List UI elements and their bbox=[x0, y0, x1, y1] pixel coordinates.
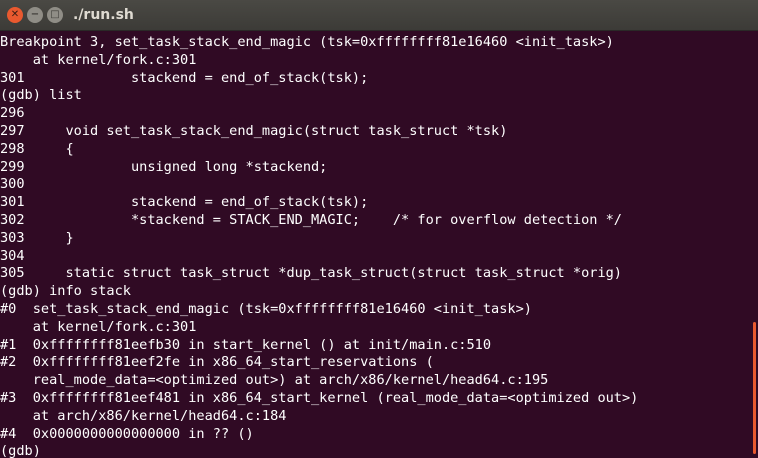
terminal-line: #3 0xffffffff81eef481 in x86_64_start_ke… bbox=[0, 389, 639, 406]
terminal-line: 301 stackend = end_of_stack(tsk); bbox=[0, 69, 369, 86]
terminal-line: 297 void set_task_stack_end_magic(struct… bbox=[0, 122, 508, 139]
terminal-line: 304 bbox=[0, 247, 25, 264]
terminal-line: 299 unsigned long *stackend; bbox=[0, 158, 328, 175]
maximize-icon[interactable]: □ bbox=[47, 7, 63, 23]
terminal-window: ✕ − □ ./run.sh Breakpoint 3, set_task_st… bbox=[0, 0, 758, 458]
terminal-line: #4 0x0000000000000000 in ?? () bbox=[0, 425, 254, 442]
terminal-line: 300 bbox=[0, 176, 25, 193]
window-controls: ✕ − □ bbox=[7, 7, 63, 23]
terminal-line: (gdb) list bbox=[0, 87, 82, 104]
terminal-line: (gdb) bbox=[0, 443, 41, 458]
terminal-line: at kernel/fork.c:301 bbox=[0, 318, 197, 335]
terminal-line: #0 set_task_stack_end_magic (tsk=0xfffff… bbox=[0, 300, 532, 317]
terminal-line: at arch/x86/kernel/head64.c:184 bbox=[0, 407, 287, 424]
minimize-icon[interactable]: − bbox=[27, 7, 43, 23]
window-title: ./run.sh bbox=[73, 7, 134, 23]
terminal-output[interactable]: Breakpoint 3, set_task_stack_end_magic (… bbox=[0, 31, 758, 458]
terminal-line: 301 stackend = end_of_stack(tsk); bbox=[0, 194, 369, 211]
terminal-line: #1 0xffffffff81eefb30 in start_kernel ()… bbox=[0, 336, 492, 353]
terminal-line: (gdb) info stack bbox=[0, 283, 131, 300]
scrollbar-thumb[interactable] bbox=[753, 322, 756, 454]
terminal-line: real_mode_data=<optimized out>) at arch/… bbox=[0, 372, 549, 389]
terminal-line: at kernel/fork.c:301 bbox=[0, 51, 197, 68]
terminal-line: 296 bbox=[0, 105, 25, 122]
terminal-line: 302 *stackend = STACK_END_MAGIC; /* for … bbox=[0, 211, 622, 228]
terminal-line: 298 { bbox=[0, 140, 74, 157]
terminal-line: #2 0xffffffff81eef2fe in x86_64_start_re… bbox=[0, 354, 434, 371]
terminal-line: 303 } bbox=[0, 229, 74, 246]
close-icon[interactable]: ✕ bbox=[7, 7, 23, 23]
terminal-line: 305 static struct task_struct *dup_task_… bbox=[0, 265, 622, 282]
terminal-line: Breakpoint 3, set_task_stack_end_magic (… bbox=[0, 34, 614, 50]
titlebar: ✕ − □ ./run.sh bbox=[0, 0, 758, 31]
